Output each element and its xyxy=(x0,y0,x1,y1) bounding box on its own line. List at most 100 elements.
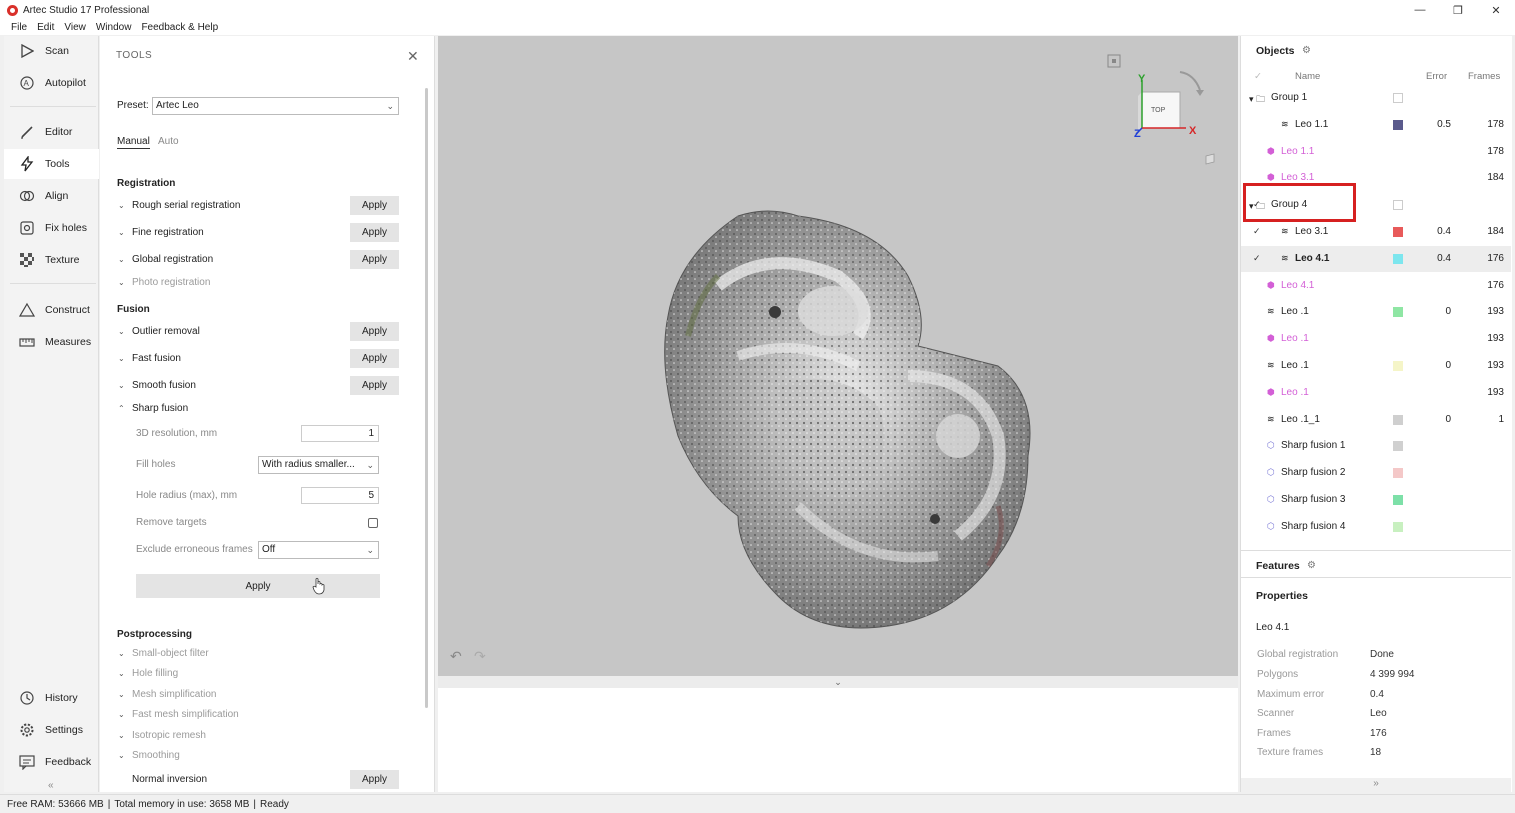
nav-tools[interactable]: Tools xyxy=(4,149,99,179)
color-swatch[interactable] xyxy=(1393,521,1403,532)
object-row[interactable]: ⬢ Leo 1.1 178 xyxy=(1241,139,1511,165)
exclude-frames-select[interactable]: Off ⌄ xyxy=(258,541,379,559)
color-swatch[interactable] xyxy=(1393,253,1403,264)
col-frames[interactable]: Frames xyxy=(1468,71,1500,82)
object-row[interactable]: ≋ Leo 1.1 0.5 178 xyxy=(1241,112,1511,138)
object-row[interactable]: ⬡ Sharp fusion 3 xyxy=(1241,487,1511,513)
color-swatch[interactable] xyxy=(1393,307,1403,318)
undo-icon[interactable]: ↶ xyxy=(450,649,462,665)
color-swatch[interactable] xyxy=(1393,93,1403,103)
color-swatch[interactable] xyxy=(1393,200,1403,211)
tool-global-registration[interactable]: ⌄ Global registration xyxy=(118,254,213,265)
properties-object-name: Leo 4.1 xyxy=(1256,622,1290,633)
object-row[interactable]: ≋ Leo .1 0 193 xyxy=(1241,353,1511,379)
tool-small-object-filter[interactable]: ⌄ Small-object filter xyxy=(118,648,209,659)
menu-file[interactable]: File xyxy=(11,22,27,33)
minimize-button[interactable]: — xyxy=(1401,0,1439,20)
apply-sharp-fusion-button[interactable]: Apply xyxy=(136,574,380,598)
collapse-nav-button[interactable]: « xyxy=(48,780,54,791)
object-row[interactable]: ⬡ Sharp fusion 2 xyxy=(1241,460,1511,486)
tool-fine-registration[interactable]: ⌄ Fine registration xyxy=(118,227,204,238)
object-row[interactable]: ⬢ Leo .1 193 xyxy=(1241,380,1511,406)
tools-scrollbar[interactable] xyxy=(425,88,428,708)
fill-holes-select[interactable]: With radius smaller... ⌄ xyxy=(258,456,379,474)
tab-auto[interactable]: Auto xyxy=(158,136,179,147)
gear-icon[interactable]: ⚙ xyxy=(1302,45,1311,56)
tool-isotropic-remesh[interactable]: ⌄ Isotropic remesh xyxy=(118,730,206,741)
nav-history[interactable]: History xyxy=(4,683,99,713)
apply-rough-serial-button[interactable]: Apply xyxy=(350,196,399,215)
nav-construct[interactable]: Construct xyxy=(4,295,99,325)
apply-normal-inversion-button[interactable]: Apply xyxy=(350,770,399,789)
nav-editor[interactable]: Editor xyxy=(4,117,99,147)
apply-smooth-fusion-button[interactable]: Apply xyxy=(350,376,399,395)
nav-scan[interactable]: Scan xyxy=(4,36,99,66)
view-cube[interactable]: TOP Y X Z xyxy=(1134,71,1215,165)
nav-feedback[interactable]: Feedback xyxy=(4,747,99,777)
color-swatch[interactable] xyxy=(1393,227,1403,237)
apply-global-registration-button[interactable]: Apply xyxy=(350,250,399,269)
resolution-input[interactable]: 1 xyxy=(301,425,379,442)
nav-autopilot[interactable]: A Autopilot xyxy=(4,68,99,98)
nav-align[interactable]: Align xyxy=(4,181,99,211)
object-row[interactable]: ⬡ Sharp fusion 4 xyxy=(1241,514,1511,540)
redo-icon[interactable]: ↷ xyxy=(474,649,486,665)
object-row[interactable]: ≋ Leo .1 0 193 xyxy=(1241,299,1511,325)
nav-fix-holes[interactable]: Fix holes xyxy=(4,213,99,243)
tab-manual[interactable]: Manual xyxy=(117,136,150,149)
apply-fast-fusion-button[interactable]: Apply xyxy=(350,349,399,368)
color-swatch[interactable] xyxy=(1393,361,1403,371)
tool-photo-registration[interactable]: ⌄ Photo registration xyxy=(118,277,210,288)
expand-properties-button[interactable]: » xyxy=(1241,778,1511,792)
tool-smooth-fusion[interactable]: ⌄ Smooth fusion xyxy=(118,380,196,391)
color-swatch[interactable] xyxy=(1393,414,1403,425)
object-row[interactable]: ⬡ Sharp fusion 1 xyxy=(1241,433,1511,459)
check-icon[interactable]: ✓ xyxy=(1253,226,1261,237)
apply-outlier-removal-button[interactable]: Apply xyxy=(350,322,399,341)
tool-rough-serial[interactable]: ⌄ Rough serial registration xyxy=(118,200,240,211)
object-row[interactable]: ✓ ≋ Leo 3.1 0.4 184 xyxy=(1241,219,1511,245)
close-icon[interactable]: ✕ xyxy=(407,48,419,65)
viewport-splitter[interactable]: ⌄ xyxy=(438,676,1238,688)
color-swatch[interactable] xyxy=(1393,468,1403,479)
color-swatch[interactable] xyxy=(1393,119,1403,130)
col-name[interactable]: Name xyxy=(1295,71,1320,82)
object-row[interactable]: ⬢ Leo 4.1 176 xyxy=(1241,273,1511,299)
menu-window[interactable]: Window xyxy=(96,22,132,33)
close-window-button[interactable]: ✕ xyxy=(1477,0,1515,20)
color-swatch[interactable] xyxy=(1393,441,1403,452)
preset-select[interactable]: Artec Leo ⌄ xyxy=(152,97,399,115)
apply-fine-registration-button[interactable]: Apply xyxy=(350,223,399,242)
menu-edit[interactable]: Edit xyxy=(37,22,54,33)
color-swatch[interactable] xyxy=(1393,495,1403,505)
tool-fast-fusion[interactable]: ⌄ Fast fusion xyxy=(118,353,181,364)
object-row[interactable]: ≋ Leo .1_1 0 1 xyxy=(1241,407,1511,433)
object-name: Sharp fusion 3 xyxy=(1281,494,1346,505)
nav-settings[interactable]: Settings xyxy=(4,715,99,745)
nav-measures[interactable]: Measures xyxy=(4,327,99,357)
mini-cube-icon[interactable] xyxy=(1205,153,1215,165)
tool-mesh-simplification[interactable]: ⌄ Mesh simplification xyxy=(118,689,216,700)
hole-radius-input[interactable]: 5 xyxy=(301,487,379,504)
tool-smoothing[interactable]: ⌄ Smoothing xyxy=(118,750,180,761)
fill-holes-value: With radius smaller... xyxy=(262,459,355,470)
maximize-button[interactable]: ❐ xyxy=(1439,0,1477,20)
tool-hole-filling[interactable]: ⌄ Hole filling xyxy=(118,668,178,679)
menu-view[interactable]: View xyxy=(64,22,86,33)
object-row[interactable]: ✓ ≋ Leo 4.1 0.4 176 xyxy=(1241,245,1511,272)
col-error[interactable]: Error xyxy=(1426,71,1447,82)
tool-outlier-removal[interactable]: ⌄ Outlier removal xyxy=(118,326,200,337)
menu-feedback-help[interactable]: Feedback & Help xyxy=(141,22,218,33)
features-bar[interactable]: Features ⚙ xyxy=(1241,550,1511,578)
nav-texture[interactable]: Texture xyxy=(4,245,99,275)
object-row[interactable]: ⬢ Leo .1 193 xyxy=(1241,326,1511,352)
3d-viewport[interactable]: TOP Y X Z ↶ ↷ xyxy=(438,36,1238,676)
object-row[interactable]: ▾ 🗀 Group 1 xyxy=(1241,85,1511,111)
gear-icon[interactable]: ⚙ xyxy=(1307,560,1316,571)
tool-fast-mesh-simplification[interactable]: ⌄ Fast mesh simplification xyxy=(118,709,239,720)
tool-sharp-fusion[interactable]: ⌃ Sharp fusion xyxy=(118,403,188,414)
check-icon[interactable]: ✓ xyxy=(1253,253,1261,264)
remove-targets-checkbox[interactable] xyxy=(368,518,378,528)
tool-normal-inversion[interactable]: Normal inversion xyxy=(118,774,207,785)
check-all-icon[interactable]: ✓ xyxy=(1254,71,1262,82)
